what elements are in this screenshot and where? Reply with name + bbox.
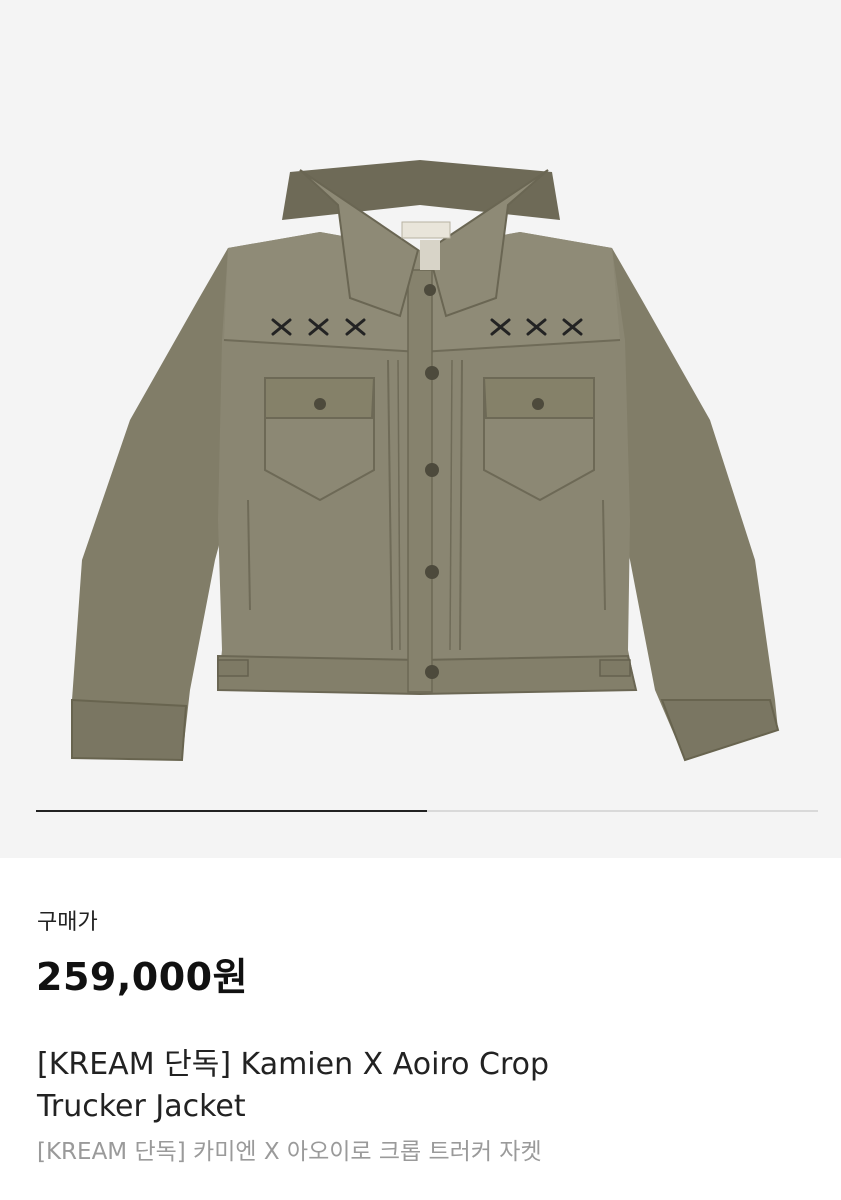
carousel-progress-track — [36, 810, 818, 812]
carousel-progress-fill — [36, 810, 427, 812]
product-title: [KREAM 단독] Kamien X Aoiro Crop Trucker J… — [37, 1047, 550, 1124]
trucker-jacket-image — [71, 160, 780, 762]
price-label: 구매가 — [37, 910, 98, 935]
product-subtitle: [KREAM 단독] 카미엔 X 아오이로 크롭 트러커 자켓 — [37, 1139, 542, 1165]
product-info: 구매가 259,000원 [KREAM 단독] Kamien X Aoiro C… — [0, 858, 841, 1200]
product-image-area[interactable] — [0, 0, 841, 858]
price: 259,000원 — [36, 955, 249, 999]
